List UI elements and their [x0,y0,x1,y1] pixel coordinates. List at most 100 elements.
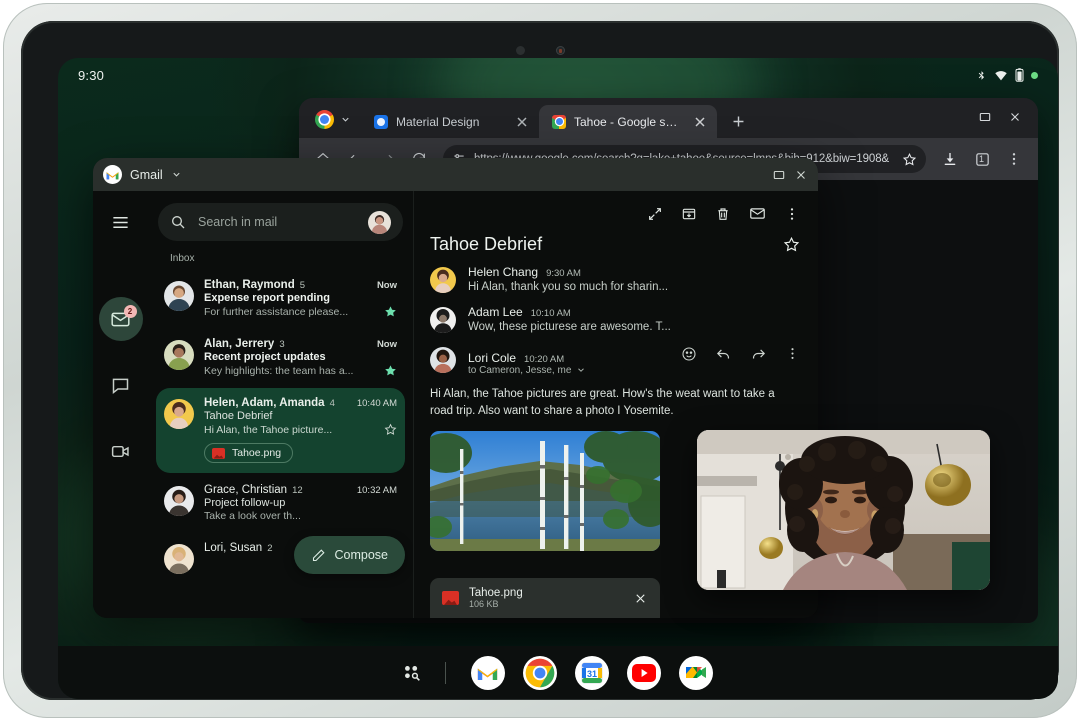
video-feed-image [697,430,990,590]
compose-button[interactable]: Compose [293,536,405,574]
tablet-bezel: 9:30 Weather Wed 8° [21,21,1059,700]
plus-icon [733,116,743,126]
avatar-image [164,485,194,516]
rail-item-mail[interactable]: 2 [98,297,143,341]
emoji-icon[interactable] [681,346,697,362]
timestamp: 10:20 AM [524,353,565,365]
status-clock: 9:30 [78,67,105,83]
star-outline-icon[interactable] [384,423,397,436]
chevron-down-icon[interactable] [340,114,351,125]
taskbar-app-youtube[interactable] [626,655,661,690]
mark-unread-icon[interactable] [749,205,766,222]
close-icon[interactable] [794,168,808,182]
timestamp: 10:40 AM [356,398,397,409]
chrome-icon [552,114,566,129]
browser-tab-tahoe-search[interactable]: Tahoe - Google sesarch [539,105,717,138]
avatar-image [164,340,194,370]
chevron-down-icon[interactable] [576,365,586,375]
star-icon[interactable] [902,152,917,167]
avatar-image [430,347,456,373]
thread-message-header: Helen Chang 9:30 AM [468,265,800,279]
avatar [164,543,194,574]
maximize-button[interactable] [972,104,998,130]
tab-count-button[interactable]: 1 [968,145,996,173]
star-icon[interactable] [384,305,397,318]
chrome-profile-button[interactable] [307,110,361,138]
close-icon [1011,113,1019,121]
rail-item-meet[interactable] [99,429,143,473]
chrome-menu-button[interactable] [1000,145,1028,173]
subject: Tahoe Debrief [204,410,273,422]
chevron-down-icon[interactable] [171,169,182,180]
reply-icon[interactable] [715,345,732,362]
thread-message-expanded[interactable]: Lori Cole 10:20 AM to Cameron, Jesse, me [414,335,818,378]
pencil-icon [312,548,325,561]
list-item[interactable]: Ethan, Raymond 5 Now Expense report pend… [156,270,405,327]
list-item-body: Ethan, Raymond 5 Now Expense report pend… [204,279,397,318]
inline-photo[interactable] [430,431,660,552]
taskbar-app-gmail[interactable] [470,655,505,690]
more-vert-icon[interactable] [785,346,800,361]
close-icon[interactable] [514,114,530,130]
list-item-selected[interactable]: Helen, Adam, Amanda 4 10:40 AM Tahoe Deb… [156,388,405,473]
avatar[interactable] [368,210,391,234]
search-input[interactable]: Search in mail [198,215,356,229]
timestamp: 10:10 AM [530,308,571,319]
close-icon[interactable] [633,591,648,606]
gmail-message-list[interactable]: Search in mail Inbox Ethan, Raymond 5 No… [148,191,413,618]
sender-name: Ethan, Raymond [204,279,295,291]
more-vert-icon[interactable] [784,206,800,222]
search-bar[interactable]: Search in mail [158,203,403,241]
close-button[interactable] [1002,104,1028,130]
delete-icon[interactable] [715,206,731,222]
snippet: Hi Alan, the Tahoe picture... [204,423,333,436]
video-call-pip-window[interactable] [697,430,990,590]
status-icons[interactable] [976,68,1038,82]
timestamp: Now [376,339,397,350]
image-file-icon [212,447,225,459]
chrome-tabstrip: Material Design Tahoe - Google sesarch [299,98,1038,138]
thread-count: 3 [279,339,285,350]
recipients[interactable]: to Cameron, Jesse, me [468,365,800,376]
material-icon [374,114,388,129]
taskbar-app-chrome[interactable] [522,655,557,690]
status-bar: 9:30 [58,58,1058,92]
browser-tab-material-design[interactable]: Material Design [361,105,539,138]
list-item-header: Grace, Christian 12 10:32 AM [204,484,397,496]
list-item[interactable]: Alan, Jerrery 3 Now Recent project updat… [156,329,405,386]
maximize-icon[interactable] [772,168,786,182]
chrome-window-controls[interactable] [972,104,1038,138]
new-tab-button[interactable] [723,106,753,136]
taskbar-app-calendar[interactable]: 31 [574,655,609,690]
sender-name: Helen Chang [468,265,539,279]
star-icon[interactable] [384,364,397,377]
gmail-window-controls[interactable] [772,168,808,182]
download-button[interactable] [936,145,964,173]
sender-name: Lori, Susan [204,541,263,554]
wifi-icon [995,70,1007,80]
taskbar-app-meet[interactable] [678,655,713,690]
thread-count: 12 [292,484,303,496]
subject: Recent project updates [204,351,326,363]
thread-message[interactable]: Helen Chang 9:30 AM Hi Alan, thank you s… [414,255,818,295]
menu-button[interactable] [104,205,138,239]
launcher-search-button[interactable] [395,656,429,690]
rail-item-chat[interactable] [99,363,143,407]
star-outline-icon[interactable] [783,236,800,253]
attachment-bar[interactable]: Tahoe.png 106 KB [430,578,660,618]
hamburger-icon [113,216,128,228]
detail-toolbar [414,191,818,226]
list-item[interactable]: Grace, Christian 12 10:32 AM Project fol… [156,475,405,531]
close-icon[interactable] [692,114,708,130]
forward-icon[interactable] [750,345,767,362]
message-body-text: Hi Alan, the Tahoe pictures are great. H… [430,387,775,418]
list-item-header: Helen, Adam, Amanda 4 10:40 AM [204,397,397,409]
recording-dot-icon [1031,71,1038,79]
avatar-image [164,399,194,429]
expand-icon[interactable] [647,206,663,222]
attachment-chip[interactable]: Tahoe.png [204,443,294,463]
archive-icon[interactable] [681,206,697,222]
snippet: Key highlights: the team has a... [204,364,354,377]
page-title: Tahoe Debrief [430,234,543,254]
thread-message[interactable]: Adam Lee 10:10 AM Wow, these picturese a… [414,295,818,335]
